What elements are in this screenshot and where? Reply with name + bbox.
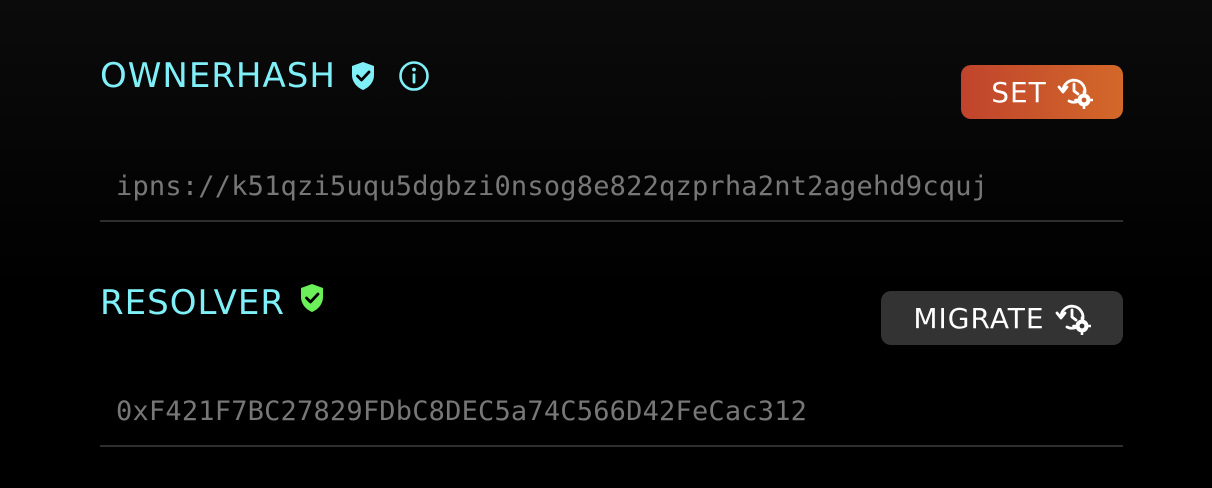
set-button[interactable]: SET — [961, 65, 1123, 119]
resolver-value-field: 0xF421F7BC27829FDbC8DEC5a74C566D42FeCac3… — [100, 377, 1123, 447]
set-button-label: SET — [991, 75, 1047, 109]
resolver-heading: RESOLVER — [100, 279, 325, 327]
migrate-button[interactable]: MIGRATE — [881, 291, 1123, 345]
ownerhash-value: ipns://k51qzi5uqu5dgbzi0nsog8e822qzprha2… — [116, 170, 989, 202]
ownerhash-heading: OWNERHASH — [100, 52, 430, 100]
ownerhash-title: OWNERHASH — [100, 56, 336, 96]
migrate-button-label: MIGRATE — [913, 301, 1045, 335]
history-settings-icon — [1057, 75, 1093, 109]
resolver-value: 0xF421F7BC27829FDbC8DEC5a74C566D42FeCac3… — [116, 395, 808, 427]
ownerhash-section: OWNERHASH SET ipns://k51qzi5uqu5dgbzi0ns… — [100, 52, 1123, 222]
shield-check-icon — [350, 61, 376, 91]
resolver-section: RESOLVER MIGRATE 0xF421F7BC27829FDbC8DEC… — [100, 279, 1123, 447]
resolver-title: RESOLVER — [100, 283, 286, 323]
info-circle-icon[interactable] — [398, 60, 430, 92]
history-settings-icon — [1055, 301, 1091, 335]
shield-check-icon — [299, 283, 325, 313]
ownerhash-value-field: ipns://k51qzi5uqu5dgbzi0nsog8e822qzprha2… — [100, 152, 1123, 222]
